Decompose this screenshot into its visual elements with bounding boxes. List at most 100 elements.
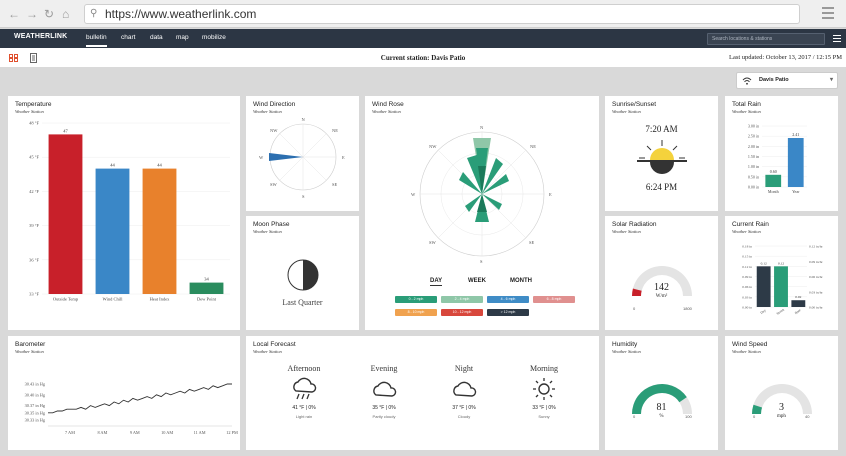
y-tick-label: 1.00 in bbox=[748, 164, 759, 169]
wind-direction-card: Wind Direction Weather Station NW N NE W… bbox=[246, 96, 359, 211]
legend-item[interactable]: 0 - 2 mph bbox=[395, 296, 437, 303]
legend-item[interactable]: > 12 mph bbox=[487, 309, 529, 316]
nav-data[interactable]: data bbox=[150, 34, 163, 41]
y-tick-label: 39 °F bbox=[29, 223, 39, 228]
bar-value-label: 0.60 bbox=[770, 169, 777, 174]
forecast-time: Night bbox=[454, 364, 474, 373]
legend-item[interactable]: 2 - 4 mph bbox=[441, 296, 483, 303]
x-tick-label: Month bbox=[768, 189, 779, 194]
solar-unit: W/m² bbox=[655, 294, 668, 299]
tab-day[interactable]: DAY bbox=[430, 278, 443, 286]
y-tick-label: 45 °F bbox=[29, 155, 39, 160]
search-icon: ⚲ bbox=[90, 8, 98, 19]
y-tick-label: 0.00 in bbox=[748, 185, 759, 190]
nav-bulletin[interactable]: bulletin bbox=[86, 34, 107, 47]
tab-week[interactable]: WEEK bbox=[468, 278, 486, 284]
bar bbox=[756, 266, 771, 307]
gauge-max: 1800 bbox=[683, 306, 692, 311]
bar-value-label: 0.02 bbox=[795, 295, 801, 299]
forecast-period: Night 37 °F | 0% Cloudy bbox=[426, 364, 502, 419]
compass-label: S bbox=[480, 259, 483, 264]
card-title: Local Forecast bbox=[253, 341, 296, 348]
forecast-temp: 37 °F | 0% bbox=[452, 405, 476, 411]
y-tick-label-right: 0.12 in/hr bbox=[809, 245, 823, 249]
legend-item[interactable]: 10 - 12 mph bbox=[441, 309, 483, 316]
y-tick-label: 48 °F bbox=[29, 121, 39, 126]
x-tick-label: Year bbox=[792, 189, 800, 194]
list-icon[interactable] bbox=[833, 35, 841, 44]
bar-value-label: 0.12 bbox=[778, 261, 784, 265]
brand-logo[interactable]: WEATHERLINK bbox=[14, 33, 67, 40]
compass-label: E bbox=[342, 155, 345, 160]
x-tick-label: 9 AM bbox=[130, 430, 140, 435]
home-icon[interactable]: ⌂ bbox=[62, 7, 69, 21]
y-tick-label: 1.50 in bbox=[748, 154, 759, 159]
wind-rose-chart: N NW NE W E SW SE S bbox=[411, 125, 552, 264]
x-tick-label: Heat Index bbox=[150, 297, 171, 302]
nav-chart[interactable]: chart bbox=[121, 34, 135, 41]
x-tick-label: 8 AM bbox=[97, 430, 107, 435]
wind-direction-compass: NW N NE W E SW S SE bbox=[259, 117, 345, 199]
legend-item[interactable]: 4 - 6 mph bbox=[487, 296, 529, 303]
compass-label: NW bbox=[270, 128, 278, 133]
cloud-icon bbox=[373, 381, 397, 397]
last-updated-label: Last updated: October 13, 2017 / 12:15 P… bbox=[728, 54, 842, 61]
forecast-time: Morning bbox=[530, 364, 558, 373]
y-tick-label: 30.40 in Hg bbox=[25, 392, 46, 397]
compass-label: N bbox=[302, 117, 306, 122]
wifi-icon bbox=[742, 77, 752, 85]
x-tick-label: 7 AM bbox=[65, 430, 75, 435]
x-tick-label: Storm bbox=[776, 307, 786, 315]
x-tick-label: Day bbox=[760, 308, 767, 315]
forecast-period: Morning 33 °F | 0% Sunny bbox=[506, 364, 582, 419]
forecast-condition: Sunny bbox=[538, 414, 550, 419]
nav-map[interactable]: map bbox=[176, 34, 189, 41]
wind-speed-unit: mph bbox=[777, 414, 786, 419]
forecast-period: Afternoon 41 °F | 0% Light rain bbox=[266, 364, 342, 419]
current-rain-card: Current Rain Weather Station 0.00 in 0.03… bbox=[725, 216, 838, 330]
card-title: Sunrise/Sunset bbox=[612, 101, 657, 108]
address-bar[interactable]: ⚲ https://www.weatherlink.com bbox=[84, 4, 800, 24]
y-tick-label: 30.33 in Hg bbox=[25, 418, 46, 423]
tab-month[interactable]: MONTH bbox=[510, 278, 532, 284]
forecast-condition: Light rain bbox=[295, 414, 313, 419]
compass-label: NE bbox=[332, 128, 338, 133]
total-rain-card: Total Rain Weather Station 0.00 in 0.50 i… bbox=[725, 96, 838, 211]
chevron-down-icon: ▾ bbox=[829, 77, 833, 83]
bar bbox=[787, 137, 804, 187]
y-tick-label: 0.18 in bbox=[742, 245, 752, 249]
humidity-value: 81 bbox=[656, 402, 667, 413]
card-subtitle: Weather Station bbox=[612, 229, 641, 234]
wind-speed-value: 3 bbox=[779, 402, 784, 413]
x-tick-label: Dew Point bbox=[197, 297, 217, 302]
card-subtitle: Weather Station bbox=[253, 349, 282, 354]
bar-value-label: 44 bbox=[157, 163, 162, 168]
legend-item[interactable]: 8 - 10 mph bbox=[395, 309, 437, 316]
y-tick-label: 0.03 in bbox=[742, 295, 752, 299]
card-title: Wind Speed bbox=[732, 341, 768, 348]
location-search-input[interactable]: Search locations & stations bbox=[707, 33, 825, 45]
reload-icon[interactable]: ↻ bbox=[44, 7, 54, 21]
bar bbox=[774, 266, 788, 307]
bar-value-label: 2.41 bbox=[792, 132, 799, 137]
compass-label: E bbox=[549, 192, 552, 197]
status-bar: Current station: Davis Patio Last update… bbox=[0, 48, 846, 68]
legend-item[interactable]: 6 - 8 mph bbox=[533, 296, 575, 303]
y-tick-label: 36 °F bbox=[29, 257, 39, 262]
card-subtitle: Weather Station bbox=[612, 349, 641, 354]
y-tick-label: 2.50 in bbox=[748, 134, 759, 139]
bar-value-label: 0.12 bbox=[761, 261, 767, 265]
wind-direction-wedge bbox=[269, 153, 303, 161]
temperature-bar-chart: 33 °F 36 °F 39 °F 42 °F 45 °F 48 °F 47 Outside … bbox=[29, 121, 230, 302]
x-tick-label: 10 AM bbox=[161, 430, 173, 435]
nav-mobilize[interactable]: mobilize bbox=[202, 34, 226, 41]
station-select[interactable]: Davis Patio ▾ bbox=[736, 72, 838, 89]
x-tick-label: 12 PM bbox=[226, 430, 238, 435]
forward-icon[interactable]: → bbox=[26, 7, 38, 21]
bar bbox=[95, 168, 130, 294]
compass-label: NW bbox=[429, 144, 437, 149]
humidity-unit: % bbox=[659, 414, 664, 419]
browser-menu-icon[interactable] bbox=[822, 7, 834, 22]
back-icon[interactable]: ← bbox=[8, 7, 20, 21]
card-title: Solar Radiation bbox=[612, 221, 657, 228]
